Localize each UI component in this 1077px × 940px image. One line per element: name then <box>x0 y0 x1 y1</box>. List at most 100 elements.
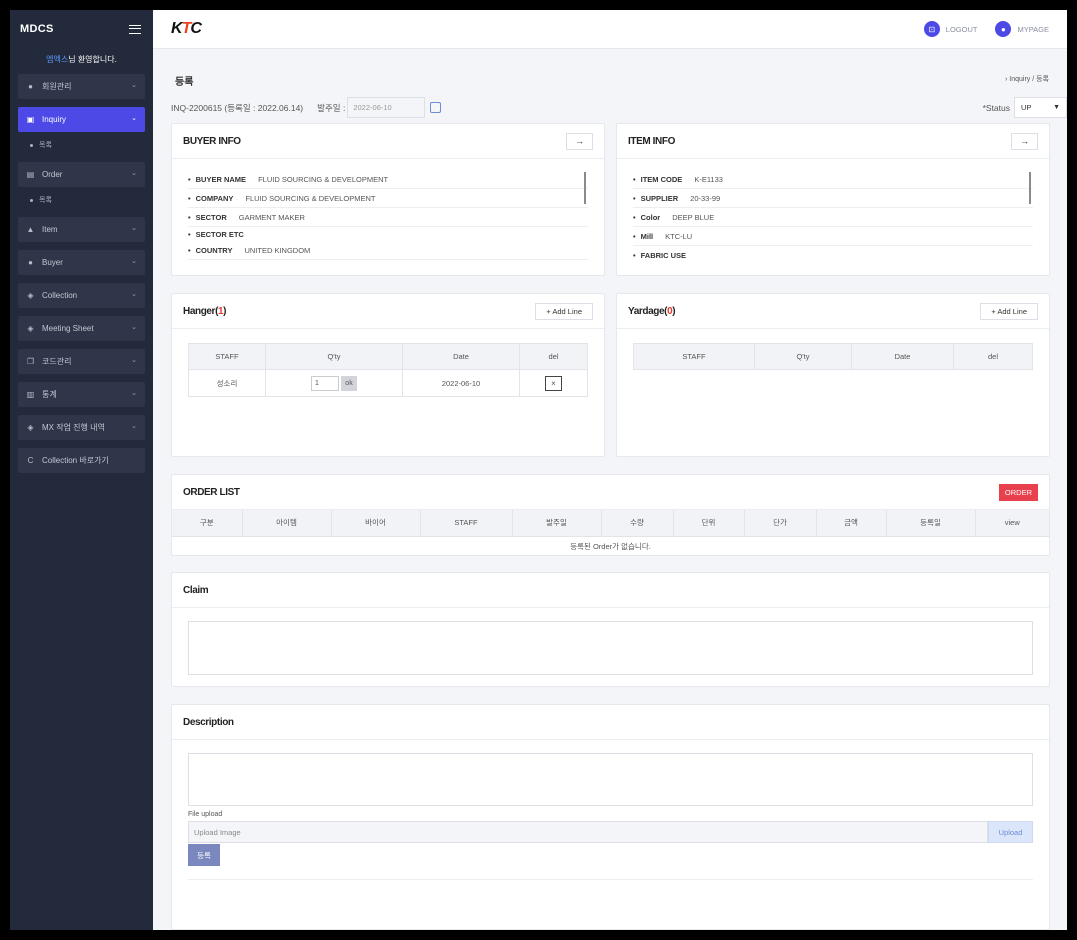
status-select[interactable]: UP ▼ <box>1014 97 1067 118</box>
info-key: COMPANY <box>188 194 234 203</box>
breadcrumb[interactable]: › Inquiry / 등록 <box>1005 74 1049 84</box>
item-info-title: ITEM INFO <box>628 135 675 147</box>
sidebar-subitem-order-list[interactable]: 목록 <box>18 191 145 209</box>
table-row: 성소리 1 ok 2022-06-10 × <box>188 369 588 397</box>
sidebar-item-meeting-sheet[interactable]: ◈ Meeting Sheet ⌄ <box>18 316 145 341</box>
arrow-right-button[interactable]: → <box>1011 132 1038 150</box>
sidebar-item-collection-shortcut[interactable]: C Collection 바로가기 <box>18 448 145 473</box>
sidebar-item-mx-progress[interactable]: ◈ MX 작업 진행 내역 ⌄ <box>18 415 145 440</box>
mypage-label: MYPAGE <box>1017 24 1049 34</box>
del-cell: × <box>519 369 588 397</box>
sidebar-item-item[interactable]: ▲ Item ⌄ <box>18 217 145 242</box>
register-button[interactable]: 등록 <box>188 844 220 866</box>
upload-image-input[interactable]: Upload Image <box>188 821 988 843</box>
column-header: view <box>975 510 1049 537</box>
description-textarea[interactable] <box>188 753 1033 806</box>
item-info-card: ITEM INFO → ITEM CODE K-E1133 SUPPLIER 20-3… <box>616 123 1050 276</box>
scrollbar[interactable] <box>584 172 586 204</box>
info-row: FABRIC USE <box>633 246 1033 265</box>
info-row: COUNTRY UNITED KINGDOM <box>188 241 588 260</box>
sidebar-item-inquiry[interactable]: ▣ Inquiry ⌄ <box>18 107 145 132</box>
column-header: 등록일 <box>886 510 976 537</box>
info-row: BUYER NAME FLUID SOURCING & DEVELOPMENT <box>188 170 588 189</box>
info-row: Mill KTC-LU <box>633 227 1033 246</box>
sidebar-item-buyer[interactable]: ● Buyer ⌄ <box>18 250 145 275</box>
column-header: STAFF <box>188 343 266 370</box>
main-content: KTC ⊡ LOGOUT ● MYPAGE 등록 › Inquiry / 등록 IN… <box>153 10 1067 930</box>
info-row: SUPPLIER 20-33-99 <box>633 189 1033 208</box>
scrollbar[interactable] <box>1029 172 1031 204</box>
column-header: Date <box>851 343 954 370</box>
sidebar: MDCS 엠엑스님 환영합니다. ● 회원관리 ⌄ ▣ Inquiry ⌄ 목록 ▤ Or… <box>10 10 153 930</box>
hamburger-menu-icon[interactable] <box>129 24 141 34</box>
chevron-down-icon: ⌄ <box>131 258 137 265</box>
info-value: FLUID SOURCING & DEVELOPMENT <box>245 193 376 203</box>
hanger-table: STAFF Q'ty Date del 성소리 1 ok 2022-06-10 × <box>188 343 588 397</box>
order-button[interactable]: ORDER <box>998 483 1038 501</box>
user-icon: ● <box>995 21 1012 37</box>
claim-textarea[interactable] <box>188 621 1033 675</box>
page-title: 등록 <box>175 77 194 88</box>
hanger-title-text: Hanger <box>183 305 216 317</box>
info-value: GARMENT MAKER <box>238 212 305 222</box>
chevron-down-icon: ⌄ <box>131 115 137 122</box>
yardage-title: Yardage(0) <box>628 305 676 317</box>
add-line-button[interactable]: + Add Line <box>535 302 593 320</box>
sidebar-item-code-management[interactable]: ❐ 코드관리 ⌄ <box>18 349 145 374</box>
caret-down-icon: ▼ <box>1053 104 1060 111</box>
column-header: 단위 <box>673 510 745 537</box>
welcome-message: 엠엑스님 환영합니다. <box>10 54 153 65</box>
lock-icon: ⊡ <box>923 21 940 37</box>
sidebar-item-label: Collection <box>42 291 78 300</box>
column-header: 바이어 <box>331 510 421 537</box>
description-card: Description File upload Upload Image Upl… <box>171 704 1050 930</box>
ok-button[interactable]: ok <box>341 375 357 391</box>
delete-button[interactable]: × <box>545 375 562 391</box>
sidebar-item-label: 회원관리 <box>42 82 72 91</box>
hanger-title: Hanger(1) <box>183 305 227 317</box>
yardage-title-text: Yardage <box>628 305 665 317</box>
file-upload-label: File upload <box>188 811 223 818</box>
upload-button[interactable]: Upload <box>988 821 1033 843</box>
info-key: FABRIC USE <box>633 251 686 260</box>
qty-input[interactable]: 1 <box>311 375 339 391</box>
sidebar-item-order[interactable]: ▤ Order ⌄ <box>18 162 145 187</box>
welcome-username: 엠엑스 <box>46 55 69 64</box>
staff-cell: 성소리 <box>188 369 266 397</box>
sidebar-item-label: MX 작업 진행 내역 <box>42 423 105 432</box>
yardage-table: STAFF Q'ty Date del <box>633 343 1033 370</box>
mypage-button[interactable]: ● MYPAGE <box>995 21 1049 37</box>
welcome-text: 님 환영합니다. <box>68 55 117 64</box>
empty-message: 등록된 Order가 없습니다. <box>570 541 651 551</box>
calendar-icon[interactable] <box>430 102 442 113</box>
info-row: Color DEEP BLUE <box>633 208 1033 227</box>
sidebar-item-statistics[interactable]: ▥ 통계 ⌄ <box>18 382 145 407</box>
user-circle-icon: ● <box>28 82 33 91</box>
yardage-card: Yardage(0) + Add Line STAFF Q'ty Date del <box>616 293 1050 457</box>
arrow-right-button[interactable]: → <box>566 132 593 150</box>
info-key: SUPPLIER <box>633 194 679 203</box>
buyer-info-title: BUYER INFO <box>183 135 241 147</box>
info-row: ITEM CODE K-E1133 <box>633 170 1033 189</box>
sidebar-item-label: Meeting Sheet <box>42 324 94 333</box>
info-key: Mill <box>633 232 654 241</box>
box-icon: ◈ <box>27 291 34 300</box>
sidebar-item-label: 통계 <box>42 390 57 399</box>
logout-button[interactable]: ⊡ LOGOUT <box>923 21 977 37</box>
add-line-button[interactable]: + Add Line <box>980 302 1038 320</box>
info-value: FLUID SOURCING & DEVELOPMENT <box>258 174 389 184</box>
info-value: KTC-LU <box>665 231 693 241</box>
info-value: K-E1133 <box>694 174 723 184</box>
description-title: Description <box>183 716 234 728</box>
sidebar-item-label: Buyer <box>42 258 63 267</box>
order-date-label: 발주일 : <box>317 102 346 113</box>
info-value: DEEP BLUE <box>672 212 715 222</box>
sidebar-item-members[interactable]: ● 회원관리 ⌄ <box>18 74 145 99</box>
sidebar-item-collection[interactable]: ◈ Collection ⌄ <box>18 283 145 308</box>
column-header: Q'ty <box>754 343 852 370</box>
bar-chart-icon: ▥ <box>26 390 35 399</box>
sidebar-subitem-inquiry-list[interactable]: 목록 <box>18 136 145 154</box>
order-date-input[interactable]: 2022-06-10 <box>347 97 426 118</box>
ktc-logo[interactable]: KTC <box>171 20 202 38</box>
sidebar-item-label: Order <box>42 170 63 179</box>
